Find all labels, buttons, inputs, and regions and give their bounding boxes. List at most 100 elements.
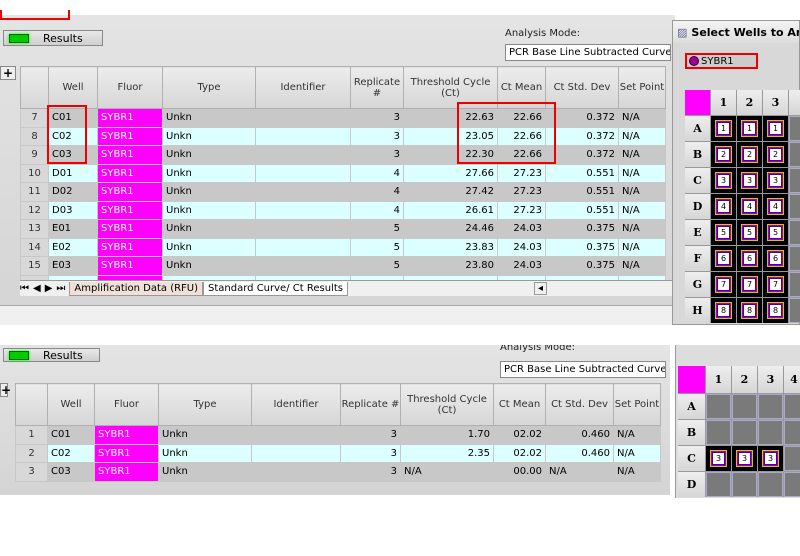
next-sheet-icon[interactable]: ▶ bbox=[45, 283, 53, 294]
table-cell[interactable]: 15 bbox=[20, 256, 49, 276]
table-cell[interactable]: SYBR1 bbox=[97, 126, 163, 146]
table-cell[interactable]: 4 bbox=[350, 163, 404, 183]
table-cell[interactable]: N/A bbox=[618, 200, 666, 220]
plate-well-empty[interactable] bbox=[784, 420, 800, 445]
table-cell[interactable]: SYBR1 bbox=[94, 425, 159, 445]
plate-well[interactable]: 8 bbox=[711, 298, 736, 323]
table-cell[interactable]: N/A bbox=[613, 425, 661, 445]
table-cell[interactable]: N/A bbox=[618, 237, 666, 257]
plate-column-header[interactable]: 1 bbox=[706, 366, 731, 393]
table-cell[interactable]: 27.42 bbox=[403, 182, 498, 202]
table-cell[interactable]: 0.375 bbox=[545, 256, 619, 276]
table-cell[interactable]: SYBR1 bbox=[97, 237, 163, 257]
table-cell[interactable]: SYBR1 bbox=[97, 182, 163, 202]
plate-well[interactable]: 3 bbox=[706, 446, 731, 471]
table-cell[interactable]: SYBR1 bbox=[94, 443, 159, 463]
column-header[interactable]: Fluor bbox=[94, 383, 159, 426]
table-cell[interactable]: 3 bbox=[350, 126, 404, 146]
column-header[interactable] bbox=[20, 66, 49, 109]
table-cell[interactable]: C01 bbox=[47, 425, 95, 445]
table-row[interactable]: 13 E01 SYBR1 Unkn 5 24.46 24.03 0.375 N/A bbox=[20, 219, 666, 239]
column-header[interactable]: Set Point bbox=[618, 66, 666, 109]
plate-well-empty[interactable] bbox=[706, 394, 731, 419]
table-row[interactable]: 14 E02 SYBR1 Unkn 5 23.83 24.03 0.375 N/A bbox=[20, 237, 666, 257]
table-cell[interactable]: Unkn bbox=[162, 182, 256, 202]
table-cell[interactable]: SYBR1 bbox=[97, 256, 163, 276]
plate-column-header[interactable]: 3 bbox=[758, 366, 783, 393]
analysis-mode-select[interactable]: PCR Base Line Subtracted Curve Fit bbox=[505, 44, 671, 61]
table-cell[interactable]: N/A bbox=[618, 145, 666, 165]
table-cell[interactable]: N/A bbox=[613, 443, 661, 463]
table-cell[interactable]: 5 bbox=[350, 237, 404, 257]
plate-row-header[interactable]: C bbox=[678, 446, 705, 471]
table-cell[interactable]: Unkn bbox=[162, 145, 256, 165]
table-cell[interactable]: 5 bbox=[350, 219, 404, 239]
table-cell[interactable]: SYBR1 bbox=[97, 200, 163, 220]
plate-well[interactable]: 2 bbox=[711, 142, 736, 167]
column-header[interactable]: Set Point bbox=[613, 383, 661, 426]
tab-amplification-data[interactable]: Amplification Data (RFU) bbox=[69, 281, 204, 296]
table-cell[interactable]: D01 bbox=[48, 163, 98, 183]
table-cell[interactable]: SYBR1 bbox=[97, 108, 163, 128]
table-cell[interactable]: Unkn bbox=[162, 256, 256, 276]
table-cell[interactable] bbox=[255, 256, 351, 276]
table-cell[interactable]: N/A bbox=[618, 256, 666, 276]
plate-well-empty[interactable] bbox=[758, 394, 783, 419]
plate-well[interactable]: 1 bbox=[737, 116, 762, 141]
plate-row-header[interactable]: F bbox=[685, 246, 710, 271]
plate-well[interactable]: 2 bbox=[763, 142, 788, 167]
plate-well-empty[interactable] bbox=[789, 194, 800, 219]
table-cell[interactable]: 24.03 bbox=[497, 256, 546, 276]
plate-well[interactable]: 3 bbox=[732, 446, 757, 471]
table-cell[interactable]: N/A bbox=[618, 182, 666, 202]
plate-well-empty[interactable] bbox=[784, 394, 800, 419]
table-cell[interactable]: 24.03 bbox=[497, 219, 546, 239]
plate-well-empty[interactable] bbox=[789, 142, 800, 167]
plate-well-empty[interactable] bbox=[732, 420, 757, 445]
results-button-bottom[interactable]: Results bbox=[3, 348, 100, 362]
plate-well[interactable]: 5 bbox=[763, 220, 788, 245]
plate-well-empty[interactable] bbox=[784, 446, 800, 471]
table-cell[interactable] bbox=[255, 145, 351, 165]
plate-row-header[interactable]: B bbox=[685, 142, 710, 167]
table-cell[interactable]: SYBR1 bbox=[97, 145, 163, 165]
table-cell[interactable]: 3 bbox=[340, 462, 401, 482]
table-cell[interactable]: 7 bbox=[20, 108, 49, 128]
plate-well[interactable]: 6 bbox=[763, 246, 788, 271]
plate-well[interactable]: 3 bbox=[763, 168, 788, 193]
plate-column-header[interactable]: 2 bbox=[737, 90, 762, 115]
column-header[interactable]: Ct Std. Dev bbox=[545, 383, 614, 426]
plate-well[interactable]: 3 bbox=[737, 168, 762, 193]
table-cell[interactable]: 0.551 bbox=[545, 163, 619, 183]
scroll-left-icon[interactable]: ◂ bbox=[533, 282, 547, 295]
table-cell[interactable]: Unkn bbox=[162, 126, 256, 146]
table-row[interactable]: 8 C02 SYBR1 Unkn 3 23.05 22.66 0.372 N/A bbox=[20, 126, 666, 146]
column-header[interactable]: Threshold Cycle (Ct) bbox=[400, 383, 494, 426]
table-row[interactable]: 2 C02 SYBR1 Unkn 3 2.35 02.02 0.460 N/A bbox=[15, 443, 661, 463]
tab-standard-curve[interactable]: Standard Curve/ Ct Results bbox=[203, 281, 348, 296]
table-cell[interactable]: 12 bbox=[20, 200, 49, 220]
analysis-mode-select-bottom[interactable]: PCR Base Line Subtracted Curve Fit bbox=[500, 361, 666, 378]
column-header[interactable]: Well bbox=[48, 66, 98, 109]
table-row[interactable]: 12 D03 SYBR1 Unkn 4 26.61 27.23 0.551 N/A bbox=[20, 200, 666, 220]
last-sheet-icon[interactable]: ⏭ bbox=[56, 283, 65, 294]
table-cell[interactable]: 5 bbox=[350, 256, 404, 276]
table-cell[interactable]: E03 bbox=[48, 256, 98, 276]
table-cell[interactable]: Unkn bbox=[158, 443, 252, 463]
table-cell[interactable]: 13 bbox=[20, 219, 49, 239]
plate-row-header[interactable]: H bbox=[685, 298, 710, 323]
first-sheet-icon[interactable]: ⏮ bbox=[20, 283, 29, 294]
table-cell[interactable]: E02 bbox=[48, 237, 98, 257]
column-header[interactable]: Replicate # bbox=[350, 66, 404, 109]
table-cell[interactable] bbox=[255, 237, 351, 257]
plate-well[interactable]: 4 bbox=[711, 194, 736, 219]
table-cell[interactable]: Unkn bbox=[158, 462, 252, 482]
table-cell[interactable]: 11 bbox=[20, 182, 49, 202]
plate-row-header[interactable]: G bbox=[685, 272, 710, 297]
plate-well[interactable]: 3 bbox=[758, 446, 783, 471]
table-cell[interactable]: 0.460 bbox=[545, 425, 614, 445]
table-cell[interactable]: 0.372 bbox=[545, 126, 619, 146]
table-cell[interactable]: 0.375 bbox=[545, 219, 619, 239]
table-cell[interactable]: N/A bbox=[613, 462, 661, 482]
expand-plus-button[interactable]: + bbox=[0, 66, 16, 80]
